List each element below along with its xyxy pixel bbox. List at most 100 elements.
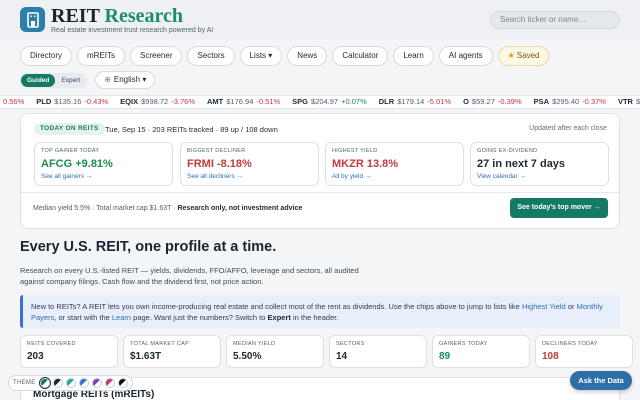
stat-label: SECTORS xyxy=(336,341,365,347)
ticker-price: $998.72 xyxy=(141,97,169,106)
nav-item-ai-agents[interactable]: AI agents xyxy=(438,46,493,66)
today-summary: Tue, Sep 15 · 203 REITs tracked · 89 up … xyxy=(105,125,278,134)
card-link[interactable]: All by yield → xyxy=(332,173,457,180)
nav-item-mreits[interactable]: mREITs xyxy=(77,46,126,66)
theme-swatch[interactable] xyxy=(104,378,115,388)
ticker-item[interactable]: SPG $204.97 +0.07% xyxy=(292,96,367,108)
stat-card-gainers-today: GAINERS TODAY 89 xyxy=(432,335,530,368)
expert-mode-button[interactable]: Expert xyxy=(55,74,86,87)
ticker-item[interactable]: DLR $179.14 -5.01% xyxy=(379,96,451,108)
ticker-item[interactable]: EQIX $998.72 -3.76% xyxy=(120,96,195,108)
stat-value: 203 xyxy=(27,351,44,362)
theme-picker: THEME xyxy=(8,375,133,391)
ticker-change: -0.37% xyxy=(582,97,606,106)
ticker-item[interactable]: O $59.27 -0.39% xyxy=(463,96,522,108)
learn-link[interactable]: Learn xyxy=(112,313,131,322)
nav-item-saved[interactable]: ★ Saved xyxy=(497,46,550,66)
ticker-price: $179.14 xyxy=(397,97,425,106)
nav-item-learn[interactable]: Learn xyxy=(393,46,434,66)
today-panel: TODAY ON REITS Tue, Sep 15 · 203 REITs t… xyxy=(20,113,620,229)
newcomer-callout: New to REITs? A REIT lets you own income… xyxy=(20,295,620,328)
nav-item-calculator[interactable]: Calculator xyxy=(332,46,389,66)
card-value: MKZR 13.8% xyxy=(332,158,399,170)
ticker-item[interactable]: PLD $135.16 -0.43% xyxy=(36,96,108,108)
theme-swatch[interactable] xyxy=(52,378,63,388)
stat-value: $1.63T xyxy=(130,351,162,362)
card-link[interactable]: See all decliners → xyxy=(187,173,312,180)
ticker-item[interactable]: VTR $ xyxy=(618,96,640,108)
globe-icon: ⊕ xyxy=(104,75,111,84)
ticker-price: $204.97 xyxy=(310,97,339,106)
ticker-change: -0.43% xyxy=(84,97,109,106)
stat-value: 108 xyxy=(542,351,559,362)
ticker-change: -0.51% xyxy=(256,97,281,106)
today-card-highest-yield: HIGHEST YIELD MKZR 13.8% All by yield → xyxy=(325,142,464,186)
card-label: HIGHEST YIELD xyxy=(332,148,378,154)
intro-text: Research on every U.S.-listed REIT — yie… xyxy=(20,266,359,286)
theme-swatch[interactable] xyxy=(91,378,102,388)
card-link[interactable]: See all gainers → xyxy=(41,173,166,180)
ticker-item[interactable]: PSA $295.40 -0.37% xyxy=(534,96,606,108)
theme-swatch[interactable] xyxy=(78,378,89,388)
star-icon: ★ xyxy=(507,51,515,60)
ticker-symbol: EQIX xyxy=(120,97,139,106)
today-card-biggest-decliner: BIGGEST DECLINER FRMI -8.18% See all decli… xyxy=(180,142,319,186)
stat-label: DECLINERS TODAY xyxy=(542,341,598,347)
price-ticker: 0.56% PLD $135.16 -0.43% EQIX $998.72 -3.76% AM… xyxy=(0,95,640,109)
card-link[interactable]: View calendar → xyxy=(477,173,602,180)
ticker-change: 0.56% xyxy=(3,97,25,106)
today-card-top-gainer-today: TOP GAINER TODAY AFCG +9.81% See all gaine… xyxy=(34,142,173,186)
today-card-going-ex-dividend: GOING EX-DIVIDEND 27 in next 7 days View c… xyxy=(470,142,609,186)
ticker-change: -5.01% xyxy=(427,97,452,106)
top-mover-button[interactable]: See today's top mover → xyxy=(510,198,608,218)
card-label: TOP GAINER TODAY xyxy=(41,148,100,154)
ticker-change: -3.76% xyxy=(171,97,195,106)
nav-item-directory[interactable]: Directory xyxy=(20,46,73,66)
card-label: BIGGEST DECLINER xyxy=(187,148,246,154)
ticker-symbol: DLR xyxy=(378,97,395,106)
page-title: Every U.S. REIT, one profile at a time. xyxy=(20,239,277,255)
theme-swatch[interactable] xyxy=(39,378,50,388)
ticker-price: $59.27 xyxy=(471,97,495,106)
stat-card-sectors: SECTORS 14 xyxy=(329,335,427,368)
ticker-symbol: AMT xyxy=(207,97,224,106)
brand-title[interactable]: REIT Research xyxy=(51,5,183,28)
nav-item-screener[interactable]: Screener xyxy=(130,46,183,66)
stat-value: 89 xyxy=(439,351,451,362)
language-label: English xyxy=(113,75,141,84)
tagline: Real estate investment trust research po… xyxy=(51,27,214,34)
guided-mode-button[interactable]: Guided xyxy=(21,73,56,87)
ticker-price: $ xyxy=(635,97,640,106)
ticker-change: -0.39% xyxy=(497,97,522,106)
highest-yield-link[interactable]: Highest Yield xyxy=(522,302,566,311)
card-value: AFCG +9.81% xyxy=(41,158,113,170)
panel-footer: Median yield 5.5% · Total market cap $1.… xyxy=(33,205,303,212)
ticker-symbol: O xyxy=(463,97,469,106)
today-badge: TODAY ON REITS xyxy=(34,123,105,135)
stat-card-total-market-cap: TOTAL MARKET CAP $1.63T xyxy=(123,335,221,368)
logo[interactable] xyxy=(20,7,45,32)
chevron-down-icon: ▾ xyxy=(142,75,147,84)
ticker-item[interactable]: AMT $176.94 -0.51% xyxy=(207,96,280,108)
theme-swatch[interactable] xyxy=(65,378,76,388)
ask-data-button[interactable]: Ask the Data xyxy=(570,371,632,390)
ticker-symbol: PLD xyxy=(36,97,52,106)
site-header: REIT Research Real estate investment tru… xyxy=(0,0,640,40)
ticker-item[interactable]: 0.56% xyxy=(0,96,24,108)
stat-value: 5.50% xyxy=(233,351,262,362)
mode-toggle: Guided Expert xyxy=(20,72,88,88)
building-icon xyxy=(26,11,39,28)
ticker-price: $295.40 xyxy=(552,97,580,106)
nav-item-news[interactable]: News xyxy=(287,46,328,66)
theme-label: THEME xyxy=(13,380,36,386)
ticker-price: $176.94 xyxy=(226,97,254,106)
theme-swatch[interactable] xyxy=(117,378,128,388)
ticker-symbol: SPG xyxy=(292,97,308,106)
nav-item-sectors[interactable]: Sectors xyxy=(187,46,235,66)
updated-note: Updated after each close xyxy=(529,125,607,132)
main-nav: Directory mREITs Screener Sectors Lists ▾ New… xyxy=(20,46,550,66)
nav-item-lists[interactable]: Lists ▾ xyxy=(239,46,283,66)
stat-card-decliners-today: DECLINERS TODAY 108 xyxy=(535,335,633,368)
search-input[interactable]: Search ticker or name… xyxy=(490,11,620,29)
language-select[interactable]: ⊕ English ▾ xyxy=(95,71,156,89)
